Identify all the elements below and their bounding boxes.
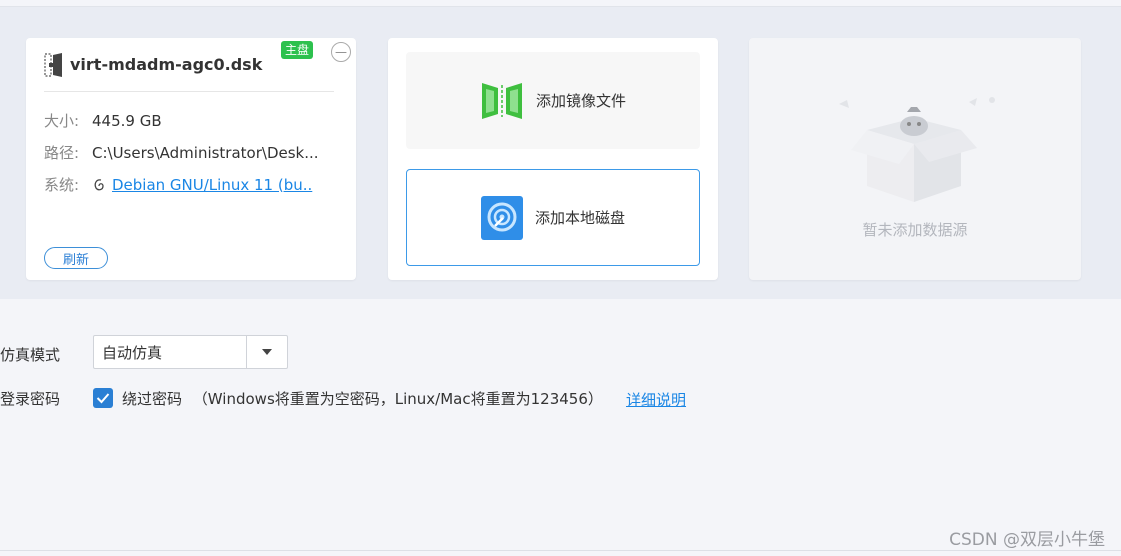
bottom-divider	[0, 550, 1121, 551]
watermark: CSDN @双层小牛堡	[949, 530, 1105, 550]
disk-card: virt-mdadm-agc0.dsk 主盘 — 大小: 445.9 GB 路径…	[26, 38, 356, 280]
size-value: 445.9 GB	[92, 111, 162, 130]
mode-select-value: 自动仿真	[102, 343, 163, 362]
path-value: C:\Users\Administrator\Desk...	[92, 143, 319, 162]
primary-disk-badge: 主盘	[281, 41, 314, 59]
refresh-button[interactable]: 刷新	[44, 247, 108, 269]
mode-label: 仿真模式	[0, 346, 61, 364]
add-local-disk-label: 添加本地磁盘	[534, 209, 625, 227]
os-link[interactable]: Debian GNU/Linux 11 (bu..	[112, 176, 312, 194]
chevron-down-icon[interactable]	[246, 336, 287, 368]
size-label: 大小:	[44, 112, 80, 130]
bypass-password-label: 绕过密码	[122, 390, 183, 408]
mode-select[interactable]: 自动仿真	[93, 335, 288, 369]
bypass-password-text: 绕过密码 （Windows将重置为空密码，Linux/Mac将重置为123456…	[122, 388, 603, 409]
add-local-disk-button[interactable]: 添加本地磁盘	[406, 169, 700, 266]
empty-source-card: 暂未添加数据源	[749, 38, 1081, 280]
remove-disk-icon[interactable]: —	[331, 42, 351, 62]
debian-swirl-icon	[92, 177, 108, 193]
detail-link[interactable]: 详细说明	[626, 389, 686, 410]
image-file-icon	[480, 79, 524, 123]
size-row: 大小: 445.9 GB	[44, 110, 162, 131]
bypass-password-checkbox[interactable]	[93, 388, 113, 408]
os-row: 系统: Debian GNU/Linux 11 (bu..	[44, 174, 312, 195]
password-label: 登录密码	[0, 390, 61, 408]
os-label: 系统:	[44, 176, 80, 194]
add-image-file-label: 添加镜像文件	[535, 92, 626, 110]
empty-box-illustration	[829, 90, 999, 214]
empty-source-text: 暂未添加数据源	[862, 221, 968, 239]
disk-name: virt-mdadm-agc0.dsk	[70, 55, 263, 74]
local-disk-icon	[480, 195, 523, 240]
bypass-password-note: （Windows将重置为空密码，Linux/Mac将重置为123456）	[192, 390, 603, 408]
add-source-card: 添加镜像文件 添加本地磁盘	[388, 38, 718, 280]
path-row: 路径: C:\Users\Administrator\Desk...	[44, 142, 319, 163]
disk-file-icon	[44, 52, 64, 78]
add-image-file-button[interactable]: 添加镜像文件	[406, 52, 700, 149]
path-label: 路径:	[44, 144, 80, 162]
